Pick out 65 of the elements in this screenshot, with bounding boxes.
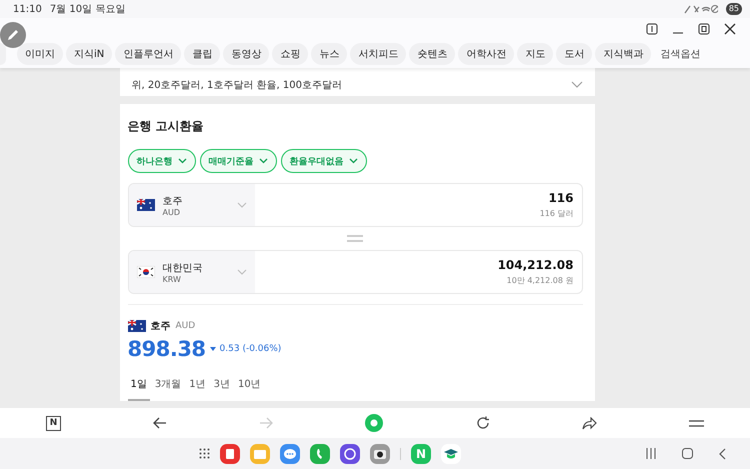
menu-icon[interactable] xyxy=(688,420,704,426)
amount-value[interactable]: 116 xyxy=(548,191,574,205)
search-tab[interactable]: 클립 xyxy=(184,43,220,65)
floating-pen-button[interactable] xyxy=(0,22,26,48)
status-icons xyxy=(684,4,718,14)
back-arrow-icon[interactable] xyxy=(153,417,168,429)
rate-change: 0.53 (-0.06%) xyxy=(220,344,282,354)
share-arrow-icon[interactable] xyxy=(582,416,597,430)
currency-code: AUD xyxy=(162,208,181,216)
amount-value[interactable]: 104,212.08 xyxy=(498,258,574,272)
close-icon[interactable] xyxy=(724,23,736,35)
search-tab[interactable]: 지식백과 xyxy=(595,43,652,65)
search-tab[interactable]: 서치피드 xyxy=(350,43,406,65)
expand-chevron-icon[interactable] xyxy=(570,81,582,89)
chevron-down-icon xyxy=(348,158,358,164)
search-tab[interactable]: 지도 xyxy=(517,43,554,65)
period-tab[interactable]: 1년 xyxy=(186,373,209,401)
pen-icon xyxy=(6,28,20,42)
currency-select[interactable]: 대한민국 KRW xyxy=(128,251,254,293)
search-tab[interactable]: 어학사전 xyxy=(458,43,514,65)
app-grid-icon[interactable] xyxy=(199,448,210,459)
dropdown-chevron-icon xyxy=(236,202,246,208)
app-icon[interactable] xyxy=(370,444,390,464)
period-tab[interactable]: 3개월 xyxy=(152,373,184,401)
recent-apps-icon[interactable] xyxy=(646,448,656,459)
exchange-rate: 898.38 xyxy=(128,337,206,361)
currency-name: 대한민국 xyxy=(162,262,204,274)
chevron-down-icon xyxy=(258,158,268,164)
back-nav-icon[interactable] xyxy=(719,448,726,460)
period-tab[interactable]: 1일 xyxy=(128,373,150,401)
maximize-icon[interactable] xyxy=(698,23,710,35)
equals-icon xyxy=(347,235,363,242)
cut-off-tab[interactable] xyxy=(0,43,6,65)
period-tab[interactable]: 3년 xyxy=(210,373,233,401)
currency-name: 호주 xyxy=(162,194,184,208)
currency-select[interactable]: 호주 AUD xyxy=(128,184,254,226)
chevron-down-icon xyxy=(178,158,186,164)
search-tab[interactable]: 동영상 xyxy=(223,43,270,65)
period-tab[interactable]: 10년 xyxy=(235,373,264,401)
currency-code: AUD xyxy=(176,321,196,331)
search-tab[interactable]: 인플루언서 xyxy=(115,43,182,65)
split-view-icon[interactable] xyxy=(646,23,658,35)
reload-icon[interactable] xyxy=(476,416,490,430)
search-tab[interactable]: 숏텐츠 xyxy=(409,43,456,65)
search-tab[interactable]: 이미지 xyxy=(17,43,63,65)
battery-badge: 85 xyxy=(726,3,742,15)
dropdown-chevron-icon xyxy=(236,269,246,275)
currency-code: KRW xyxy=(162,274,182,284)
section-title: 은행 고시환율 xyxy=(128,118,205,135)
flag-icon xyxy=(136,266,154,278)
search-tab[interactable]: 뉴스 xyxy=(311,43,348,65)
amount-in-words: 116 달러 xyxy=(540,208,574,219)
search-tab[interactable]: 지식iN xyxy=(66,43,112,65)
status-time: 11:10 xyxy=(13,4,42,14)
home-nav-icon[interactable] xyxy=(682,448,693,459)
currency-name: 호주 xyxy=(150,320,170,333)
search-options-link[interactable]: 검색옵션 xyxy=(660,47,700,61)
amount-in-words: 10만 4,212.08 원 xyxy=(506,275,574,286)
flag-icon xyxy=(128,320,146,332)
search-tab[interactable]: 도서 xyxy=(556,43,592,65)
status-date: 7월 10일 목요일 xyxy=(50,3,126,16)
flag-icon xyxy=(136,199,154,211)
logo-button[interactable]: N xyxy=(46,416,62,430)
search-tab[interactable]: 쇼핑 xyxy=(272,43,308,65)
related-searches-text: 위, 20호주달러, 1호주달러 환율, 100호주달러 xyxy=(132,79,343,92)
